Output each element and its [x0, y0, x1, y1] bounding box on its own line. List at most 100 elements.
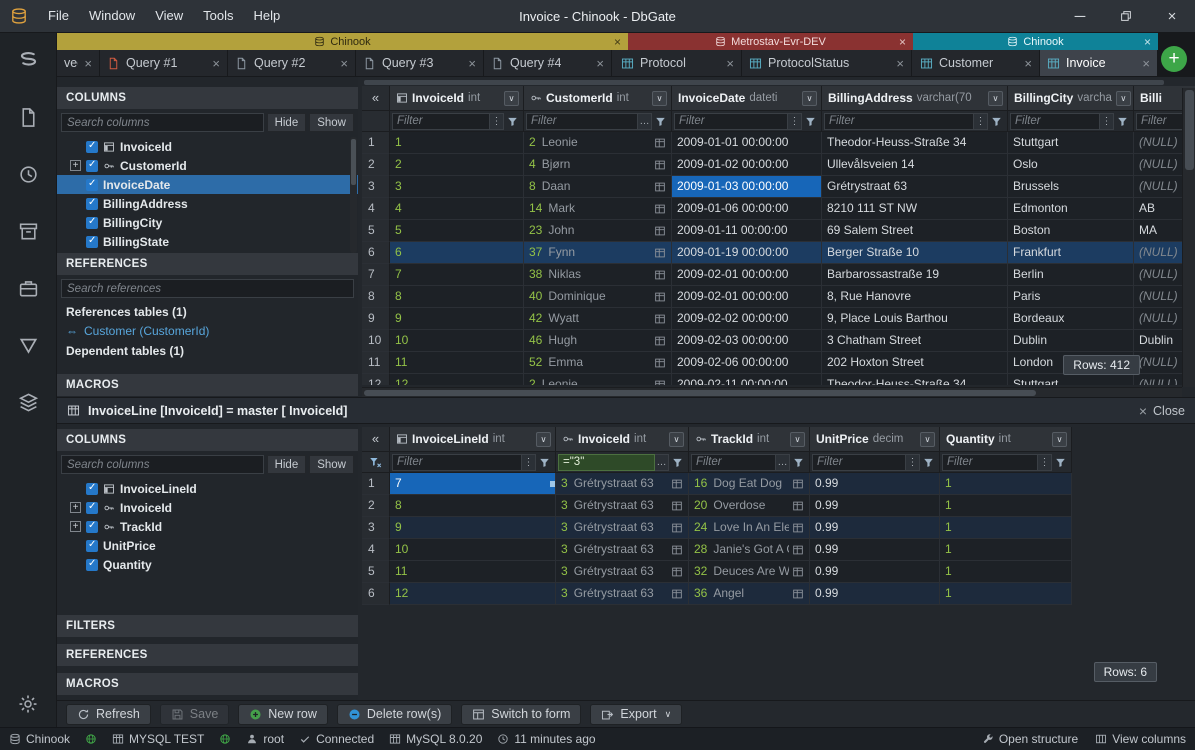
cell-billingcity[interactable]: Frankfurt	[1008, 242, 1134, 264]
toolbar-button[interactable]: Switch to form ∨	[461, 704, 581, 725]
column-checkbox[interactable]	[86, 217, 98, 229]
menu-item[interactable]: View	[145, 0, 193, 32]
cell-billingcity[interactable]: Oslo	[1008, 154, 1134, 176]
cell-invoicedate[interactable]: 2009-01-02 00:00:00	[672, 154, 822, 176]
menu-item[interactable]: File	[38, 0, 79, 32]
filter-funnel-icon[interactable]	[802, 113, 819, 130]
open-reference-icon[interactable]	[668, 566, 683, 578]
tab[interactable]: Protocol ×	[614, 50, 742, 76]
tab[interactable]: vee ×	[57, 50, 100, 76]
table-row[interactable]: 1 1 2 Leonie 2009-01-01 00:00:00 Theodor…	[362, 132, 1195, 154]
horizontal-scrollbar[interactable]	[362, 387, 1182, 397]
column-checkbox[interactable]	[86, 559, 98, 571]
tab[interactable]: Query #4 ×	[484, 50, 612, 76]
cell-trackid[interactable]: 24 Love In An Elevator	[689, 517, 810, 539]
sidebar-item[interactable]	[15, 389, 41, 415]
table-row[interactable]: 2 2 4 Bjørn 2009-01-02 00:00:00 Ullevåls…	[362, 154, 1195, 176]
open-reference-icon[interactable]	[651, 159, 666, 171]
cell-billingaddress[interactable]: Ullevålsveien 14	[822, 154, 1008, 176]
toolbar-button[interactable]: Save ∨	[160, 704, 230, 725]
column-menu-button[interactable]: ∨	[1116, 91, 1131, 106]
cell-trackid[interactable]: 28 Janie's Got A Gun	[689, 539, 810, 561]
cell-invoiceid[interactable]: 10	[390, 330, 524, 352]
column-checkbox[interactable]	[86, 540, 98, 552]
cell-billingaddress[interactable]: 3 Chatham Street	[822, 330, 1008, 352]
column-header[interactable]: InvoiceId int ∨	[556, 427, 689, 452]
cell-trackid[interactable]: 32 Deuces Are Wild	[689, 561, 810, 583]
column-tree-item[interactable]: + InvoiceLineId	[57, 479, 358, 498]
cell-unitprice[interactable]: 0.99	[810, 495, 940, 517]
close-window-icon[interactable]: ×	[1149, 0, 1195, 32]
column-menu-button[interactable]: ∨	[920, 432, 935, 447]
table-row[interactable]: 2 8 3 Grétrystraat 63 20 Overdose	[362, 495, 1072, 517]
open-reference-icon[interactable]	[651, 137, 666, 149]
macros-section-header[interactable]: MACROS	[57, 374, 358, 396]
cell-customerid[interactable]: 2 Leonie	[524, 132, 672, 154]
search-references-input[interactable]	[61, 279, 354, 298]
cell-billingaddress[interactable]: Barbarossastraße 19	[822, 264, 1008, 286]
table-row[interactable]: 8 8 40 Dominique 2009-02-01 00:00:00 8, …	[362, 286, 1195, 308]
filter-menu-button[interactable]: ⋮	[788, 113, 802, 130]
cell-invoiceid[interactable]: 3 Grétrystraat 63	[556, 495, 689, 517]
cell-billingcity[interactable]: Edmonton	[1008, 198, 1134, 220]
vertical-scrollbar[interactable]	[1182, 88, 1195, 387]
cell-billingaddress[interactable]: Berger Straße 10	[822, 242, 1008, 264]
column-header[interactable]: BillingCity varcha ∨	[1008, 86, 1134, 111]
cell-billingcity[interactable]: Paris	[1008, 286, 1134, 308]
hide-button[interactable]: Hide	[267, 455, 307, 474]
cell-customerid[interactable]: 2 Leonie	[524, 374, 672, 385]
cell-customerid[interactable]: 4 Bjørn	[524, 154, 672, 176]
cell-invoiceid[interactable]: 3 Grétrystraat 63	[556, 539, 689, 561]
expand-icon[interactable]: +	[70, 521, 81, 532]
panel-scrollbar[interactable]	[350, 137, 357, 253]
cell-unitprice[interactable]: 0.99	[810, 539, 940, 561]
restore-icon[interactable]	[1103, 0, 1149, 32]
toolbar-button[interactable]: Export ∨	[590, 704, 682, 725]
filter-menu-button[interactable]: ⋮	[1038, 454, 1052, 471]
table-row[interactable]: 4 10 3 Grétrystraat 63 28 Janie's Got A …	[362, 539, 1072, 561]
cell-quantity[interactable]: 1	[940, 473, 1072, 495]
column-tree-item[interactable]: + InvoiceId	[57, 498, 358, 517]
cell-invoicedate[interactable]: 2009-02-01 00:00:00	[672, 286, 822, 308]
cell-invoicedate[interactable]: 2009-02-11 00:00:00	[672, 374, 822, 385]
expand-icon[interactable]: +	[70, 160, 81, 171]
close-detail-button[interactable]: × Close	[1139, 403, 1185, 419]
cell-billingaddress[interactable]: Theodor-Heuss-Straße 34	[822, 132, 1008, 154]
cell-invoicedate[interactable]: 2009-02-02 00:00:00	[672, 308, 822, 330]
search-columns-input[interactable]	[61, 113, 264, 132]
open-reference-icon[interactable]	[651, 225, 666, 237]
column-menu-button[interactable]: ∨	[669, 432, 684, 447]
cell-invoiceid[interactable]: 2	[390, 154, 524, 176]
column-menu-button[interactable]: ∨	[802, 91, 817, 106]
open-reference-icon[interactable]	[651, 357, 666, 369]
tab[interactable]: ProtocolStatus ×	[742, 50, 912, 76]
open-reference-icon[interactable]	[668, 478, 683, 490]
cell-invoicedate[interactable]: 2009-01-06 00:00:00	[672, 198, 822, 220]
column-tree-item[interactable]: + TrackId	[57, 517, 358, 536]
cell-invoicelineid[interactable]: 9	[390, 517, 556, 539]
filter-input[interactable]	[691, 454, 776, 471]
cell-billingaddress[interactable]: 8, Rue Hanovre	[822, 286, 1008, 308]
cell-billingaddress[interactable]: 8210 111 ST NW	[822, 198, 1008, 220]
hide-button[interactable]: Hide	[267, 113, 307, 132]
open-reference-icon[interactable]	[651, 313, 666, 325]
sidebar-item[interactable]	[15, 275, 41, 301]
column-menu-button[interactable]: ∨	[1052, 432, 1067, 447]
cell-customerid[interactable]: 38 Niklas	[524, 264, 672, 286]
cell-billingcity[interactable]: Boston	[1008, 220, 1134, 242]
filter-menu-button[interactable]: …	[776, 454, 790, 471]
column-tree-item[interactable]: + BillingCity	[57, 213, 358, 232]
filter-menu-button[interactable]: ⋮	[906, 454, 920, 471]
filter-funnel-icon[interactable]	[536, 454, 553, 471]
cell-invoicedate[interactable]: 2009-01-01 00:00:00	[672, 132, 822, 154]
column-header[interactable]: Quantity int ∨	[940, 427, 1072, 452]
filter-input[interactable]	[392, 454, 522, 471]
menu-item[interactable]: Tools	[193, 0, 243, 32]
close-tab-icon[interactable]: ×	[340, 56, 348, 71]
cell-invoiceid[interactable]: 8	[390, 286, 524, 308]
filter-menu-button[interactable]: ⋮	[490, 113, 504, 130]
close-group-icon[interactable]: ×	[614, 36, 621, 48]
column-menu-button[interactable]: ∨	[536, 432, 551, 447]
table-row[interactable]: 9 9 42 Wyatt 2009-02-02 00:00:00 9, Plac…	[362, 308, 1195, 330]
cell-billingcity[interactable]: Brussels	[1008, 176, 1134, 198]
